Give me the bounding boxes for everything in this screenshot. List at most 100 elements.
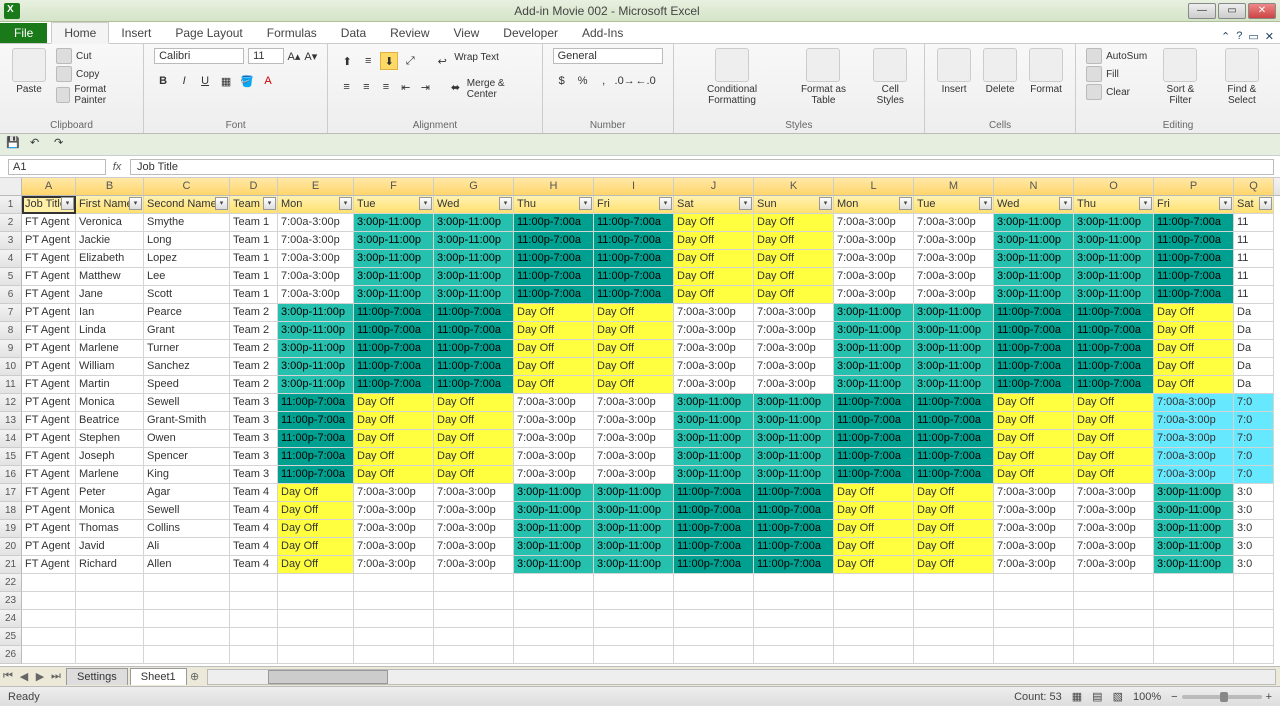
cell[interactable]: Team 4 <box>230 538 278 556</box>
row-header[interactable]: 15 <box>0 448 22 466</box>
cell[interactable]: 11:00p-7:00a <box>1154 250 1234 268</box>
cell[interactable] <box>994 592 1074 610</box>
ribbon-tab-formulas[interactable]: Formulas <box>255 23 329 43</box>
cell[interactable] <box>514 646 594 664</box>
cell[interactable]: FT Agent <box>22 322 76 340</box>
cell[interactable]: Grant <box>144 322 230 340</box>
cell[interactable] <box>230 646 278 664</box>
cell[interactable]: 7:00a-3:00p <box>754 340 834 358</box>
font-name-select[interactable]: Calibri <box>154 48 244 64</box>
sheet-tab-sheet1[interactable]: Sheet1 <box>130 668 187 685</box>
cell[interactable] <box>434 628 514 646</box>
cell[interactable] <box>514 628 594 646</box>
cell[interactable] <box>1074 574 1154 592</box>
cell[interactable]: PT Agent <box>22 304 76 322</box>
cell[interactable]: 7:00a-3:00p <box>674 358 754 376</box>
cell[interactable]: Joseph <box>76 448 144 466</box>
window-restore-icon[interactable]: ▭ <box>1248 30 1258 43</box>
cell[interactable]: Day Off <box>594 304 674 322</box>
cell[interactable]: 3:00p-11:00p <box>1154 556 1234 574</box>
cell[interactable]: 3:00p-11:00p <box>1074 268 1154 286</box>
cell[interactable]: 11 <box>1234 286 1274 304</box>
cell[interactable]: 3:00p-11:00p <box>674 394 754 412</box>
cell[interactable]: Team 3 <box>230 412 278 430</box>
cell[interactable]: 7:00a-3:00p <box>594 394 674 412</box>
cell[interactable]: Day Off <box>1074 466 1154 484</box>
cell[interactable] <box>914 592 994 610</box>
cell[interactable]: Day Off <box>834 538 914 556</box>
cell[interactable]: PT Agent <box>22 502 76 520</box>
cell[interactable]: 7:00a-3:00p <box>834 214 914 232</box>
cell[interactable]: Richard <box>76 556 144 574</box>
filter-header-cell[interactable]: Wed▾ <box>994 196 1074 214</box>
cell[interactable] <box>230 610 278 628</box>
cell[interactable] <box>914 574 994 592</box>
cell[interactable]: 3:00p-11:00p <box>434 268 514 286</box>
filter-dropdown-icon[interactable]: ▾ <box>1259 197 1272 210</box>
cell[interactable] <box>22 574 76 592</box>
cell[interactable]: 3:00p-11:00p <box>754 448 834 466</box>
cell[interactable]: 7:00a-3:00p <box>1154 412 1234 430</box>
cell[interactable]: Day Off <box>594 340 674 358</box>
zoom-slider[interactable] <box>1182 695 1262 699</box>
cell[interactable]: FT Agent <box>22 268 76 286</box>
cell[interactable] <box>1234 574 1274 592</box>
cell[interactable]: 3:00p-11:00p <box>754 430 834 448</box>
cell[interactable]: 7:00a-3:00p <box>1154 448 1234 466</box>
filter-dropdown-icon[interactable]: ▾ <box>61 197 74 210</box>
cell[interactable]: 7:00a-3:00p <box>1074 502 1154 520</box>
cell[interactable]: Day Off <box>674 232 754 250</box>
cut-button[interactable]: Cut <box>56 48 133 64</box>
cell[interactable]: 3:00p-11:00p <box>674 430 754 448</box>
cell[interactable]: 7:00a-3:00p <box>754 358 834 376</box>
cell[interactable]: 3:00p-11:00p <box>278 358 354 376</box>
sheet-nav-first[interactable]: ⏮ <box>0 670 16 683</box>
cell[interactable]: 3:00p-11:00p <box>354 232 434 250</box>
cell[interactable]: 3:00p-11:00p <box>754 466 834 484</box>
cell[interactable]: 11 <box>1234 250 1274 268</box>
cell[interactable]: Lopez <box>144 250 230 268</box>
new-sheet-button[interactable]: ⊕ <box>187 670 203 683</box>
autosum-button[interactable]: AutoSum <box>1086 48 1147 64</box>
row-header[interactable]: 8 <box>0 322 22 340</box>
cell[interactable]: FT Agent <box>22 376 76 394</box>
cell[interactable]: PT Agent <box>22 520 76 538</box>
cell[interactable]: Day Off <box>1154 376 1234 394</box>
indent-dec-button[interactable]: ⇤ <box>397 78 414 96</box>
cell[interactable]: FT Agent <box>22 412 76 430</box>
cell[interactable]: 3:00p-11:00p <box>994 214 1074 232</box>
cell[interactable] <box>76 646 144 664</box>
cell[interactable] <box>1074 646 1154 664</box>
filter-header-cell[interactable]: First Name▾ <box>76 196 144 214</box>
cell[interactable]: 3:00p-11:00p <box>674 448 754 466</box>
cell[interactable]: 7:00a-3:00p <box>1154 466 1234 484</box>
cell[interactable]: Day Off <box>354 412 434 430</box>
cell[interactable]: Day Off <box>594 358 674 376</box>
column-header-E[interactable]: E <box>278 178 354 195</box>
cell[interactable]: 7:00a-3:00p <box>514 412 594 430</box>
cell[interactable] <box>1154 574 1234 592</box>
shrink-font-button[interactable]: A▾ <box>304 50 317 63</box>
cell[interactable]: Team 2 <box>230 340 278 358</box>
bold-button[interactable]: B <box>154 72 172 90</box>
cell[interactable]: Day Off <box>1074 394 1154 412</box>
clear-button[interactable]: Clear <box>1086 84 1147 100</box>
window-close-icon[interactable]: ✕ <box>1265 30 1274 43</box>
cell[interactable]: Day Off <box>278 502 354 520</box>
row-header[interactable]: 2 <box>0 214 22 232</box>
cell[interactable] <box>1154 646 1234 664</box>
row-header[interactable]: 7 <box>0 304 22 322</box>
cell[interactable]: 7:00a-3:00p <box>674 304 754 322</box>
row-header[interactable]: 10 <box>0 358 22 376</box>
cell[interactable] <box>354 592 434 610</box>
cell[interactable]: Day Off <box>514 340 594 358</box>
cell[interactable]: PT Agent <box>22 340 76 358</box>
cell[interactable]: 11:00p-7:00a <box>594 268 674 286</box>
cell[interactable]: 7:00a-3:00p <box>754 322 834 340</box>
column-header-Q[interactable]: Q <box>1234 178 1274 195</box>
cell[interactable] <box>514 574 594 592</box>
find-select-button[interactable]: Find & Select <box>1214 48 1270 106</box>
cell[interactable]: Speed <box>144 376 230 394</box>
cell[interactable] <box>594 628 674 646</box>
cell[interactable] <box>1234 610 1274 628</box>
